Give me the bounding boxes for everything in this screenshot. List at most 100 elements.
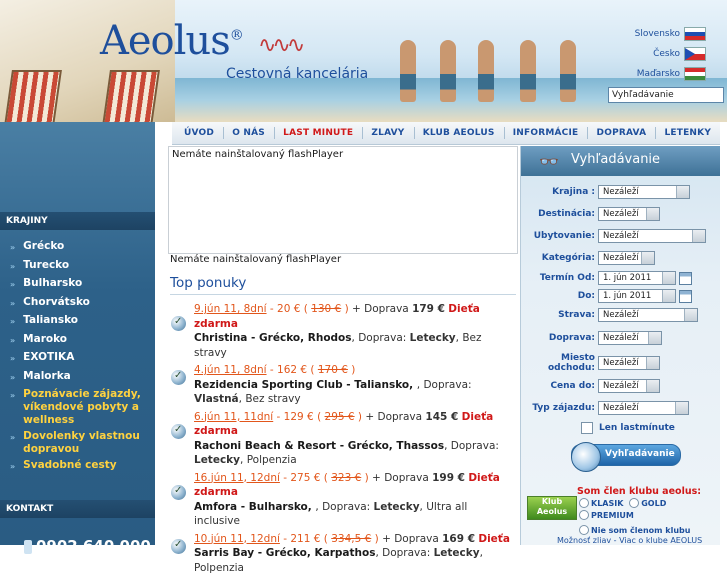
nav-letenky[interactable]: LETENKY	[655, 128, 720, 138]
field-termin-od: Termín Od: 1. jún 2011	[521, 271, 720, 285]
region-chorvatsko[interactable]: »Chorvátsko	[0, 293, 155, 312]
region-maroko[interactable]: » Maroko	[0, 330, 155, 349]
offer-price: - 20 €	[267, 303, 304, 315]
calendar-icon[interactable]	[679, 290, 692, 303]
nav-o-nas[interactable]: O NÁS	[223, 128, 274, 138]
offer-item[interactable]: 6.jún 11, 11dní - 129 € ( 295 € ) + Dopr…	[170, 410, 516, 468]
offer-hotel-name[interactable]: Rezidencia Sporting Club - Taliansko,	[194, 379, 417, 391]
main-nav: ÚVOD O NÁS LAST MINUTE ZLAVY KLUB AEOLUS…	[172, 122, 720, 145]
link-poznavacie-zajazdy[interactable]: »Poznávacie zájazdy, víkendové pobyty a …	[0, 385, 155, 427]
club-option-label: GOLD	[641, 499, 666, 508]
club-option-label: PREMIUM	[591, 511, 634, 520]
nav-informacie[interactable]: INFORMÁCIE	[504, 128, 588, 138]
lastminute-checkbox[interactable]	[581, 422, 593, 434]
offer-date[interactable]: 16.jún 11, 12dní	[194, 472, 280, 484]
offer-hotel-name[interactable]: Sarris Bay - Grécko, Karpathos	[194, 547, 375, 559]
region-grecko[interactable]: »Grécko	[0, 237, 155, 256]
miesto-odchodu-select[interactable]: Nezáleží	[598, 356, 660, 370]
region-label: Maroko	[23, 333, 67, 346]
bullet-icon: »	[10, 389, 15, 402]
contact-phone: 0902 640 000	[24, 537, 151, 555]
club-option-gold[interactable]: GOLD	[629, 498, 666, 508]
bullet-icon: »	[10, 241, 15, 254]
cena-do-select[interactable]: Nezáleží	[598, 379, 660, 393]
offer-item[interactable]: 4.jún 11, 8dní - 162 € ( 170 € ) Reziden…	[170, 363, 516, 407]
lastminute-option[interactable]: Len lastmínute	[581, 422, 675, 434]
offer-item[interactable]: 9.jún 11, 8dní - 20 € ( 130 € ) + Doprav…	[170, 302, 516, 360]
strava-select[interactable]: Nezáleží	[598, 308, 698, 322]
region-taliansko[interactable]: »Taliansko	[0, 311, 155, 330]
region-turecko[interactable]: »Turecko	[0, 256, 155, 275]
nav-zlavy[interactable]: ZLAVY	[362, 128, 413, 138]
offer-date[interactable]: 6.jún 11, 11dní	[194, 411, 273, 423]
termin-od-input[interactable]: 1. jún 2011	[598, 271, 676, 285]
region-exotika[interactable]: »EXOTIKA	[0, 348, 155, 367]
header-search-input[interactable]	[608, 87, 724, 103]
club-option-premium[interactable]: PREMIUM	[579, 510, 634, 520]
photo-person	[440, 40, 456, 102]
field-typ-zajazdu: Typ zájazdu: Nezáleží	[521, 401, 720, 415]
calendar-icon[interactable]	[679, 272, 692, 285]
radio-icon[interactable]	[579, 498, 589, 508]
radio-icon[interactable]	[579, 510, 589, 520]
offer-line-1: 16.jún 11, 12dní - 275 € ( 323 € ) + Dop…	[194, 471, 516, 500]
offer-date[interactable]: 4.jún 11, 8dní	[194, 364, 267, 376]
termin-do-input[interactable]: 1. jún 2011	[598, 289, 676, 303]
contact-heading: KONTAKT	[0, 500, 155, 518]
offer-transport-label: , Doprava:	[375, 547, 433, 559]
doprava-select[interactable]: Nezáleží	[598, 331, 662, 345]
region-label: EXOTIKA	[23, 351, 74, 364]
typ-zajazdu-select[interactable]: Nezáleží	[598, 401, 689, 415]
hungarian-flag-icon	[684, 67, 706, 81]
destinacia-select[interactable]: Nezáleží	[598, 207, 660, 221]
bullet-icon: »	[10, 431, 15, 444]
region-label: Svadobné cesty	[23, 459, 116, 472]
offer-old-price: ( 295 € )	[317, 411, 362, 423]
offer-child-free: Dieťa	[478, 533, 510, 545]
offer-plus-transport: + Doprava	[362, 411, 425, 423]
lang-madarsko[interactable]: Maďarsko	[635, 64, 706, 84]
lastminute-label: Len lastmínute	[599, 423, 675, 433]
bullet-icon: »	[10, 371, 15, 384]
offer-item[interactable]: 16.jún 11, 12dní - 275 € ( 323 € ) + Dop…	[170, 471, 516, 529]
nav-klub-aeolus[interactable]: KLUB AEOLUS	[414, 128, 504, 138]
field-strava: Strava: Nezáleží	[521, 308, 720, 322]
offer-item[interactable]: 10.jún 11, 12dní - 211 € ( 334,5 € ) + D…	[170, 532, 516, 576]
offer-transport-mode: Vlastná	[194, 393, 239, 405]
divider	[170, 294, 516, 295]
field-label: Termín Od:	[521, 273, 598, 283]
nav-uvod[interactable]: ÚVOD	[172, 128, 223, 138]
club-option-klasik[interactable]: KLASIK	[579, 498, 623, 508]
offer-hotel-name[interactable]: Rachoni Beach & Resort - Grécko, Thassos	[194, 440, 444, 452]
radio-icon[interactable]	[629, 498, 639, 508]
kategoria-select[interactable]: Nezáleží	[598, 251, 655, 265]
czech-flag-icon	[684, 47, 706, 61]
nav-last-minute[interactable]: LAST MINUTE	[274, 128, 362, 138]
club-links[interactable]: Možnosť zliav - Viac o klube AEOLUS	[557, 536, 702, 545]
region-malorka[interactable]: »Malorka	[0, 367, 155, 386]
left-sidebar: KRAJINY »Grécko »Turecko »Bulharsko »Cho…	[0, 122, 155, 545]
krajina-select[interactable]: Nezáleží	[598, 185, 690, 199]
field-ubytovanie: Ubytovanie: Nezáleží	[521, 229, 720, 243]
radio-icon[interactable]	[579, 525, 589, 535]
offer-price: - 211 €	[280, 533, 324, 545]
bullet-icon: »	[10, 334, 15, 347]
field-label: Cena do:	[521, 381, 598, 391]
lang-slovensko[interactable]: Slovensko	[635, 24, 706, 44]
nav-doprava[interactable]: DOPRAVA	[588, 128, 656, 138]
offer-date[interactable]: 10.jún 11, 12dní	[194, 533, 280, 545]
offer-transport-price: 169 €	[442, 533, 475, 545]
search-panel-header: 👓 Vyhľadávanie	[521, 146, 720, 176]
offer-hotel-name[interactable]: Amfora - Bulharsko,	[194, 501, 315, 513]
offer-hotel-name[interactable]: Christina - Grécko, Rhodos	[194, 332, 352, 344]
offer-date[interactable]: 9.jún 11, 8dní	[194, 303, 267, 315]
offer-line-1: 9.jún 11, 8dní - 20 € ( 130 € ) + Doprav…	[194, 302, 516, 331]
logo[interactable]: Aeolus®	[100, 18, 243, 64]
lang-cesko[interactable]: Česko	[635, 44, 706, 64]
link-vlastna-doprava[interactable]: »Dovolenky vlastnou dopravou	[0, 427, 155, 456]
field-krajina: Krajina : Nezáleží	[521, 185, 720, 199]
offer-board: , Polpenzia	[240, 454, 297, 466]
region-bulharsko[interactable]: »Bulharsko	[0, 274, 155, 293]
ubytovanie-select[interactable]: Nezáleží	[598, 229, 706, 243]
link-svadobne-cesty[interactable]: »Svadobné cesty	[0, 456, 155, 475]
